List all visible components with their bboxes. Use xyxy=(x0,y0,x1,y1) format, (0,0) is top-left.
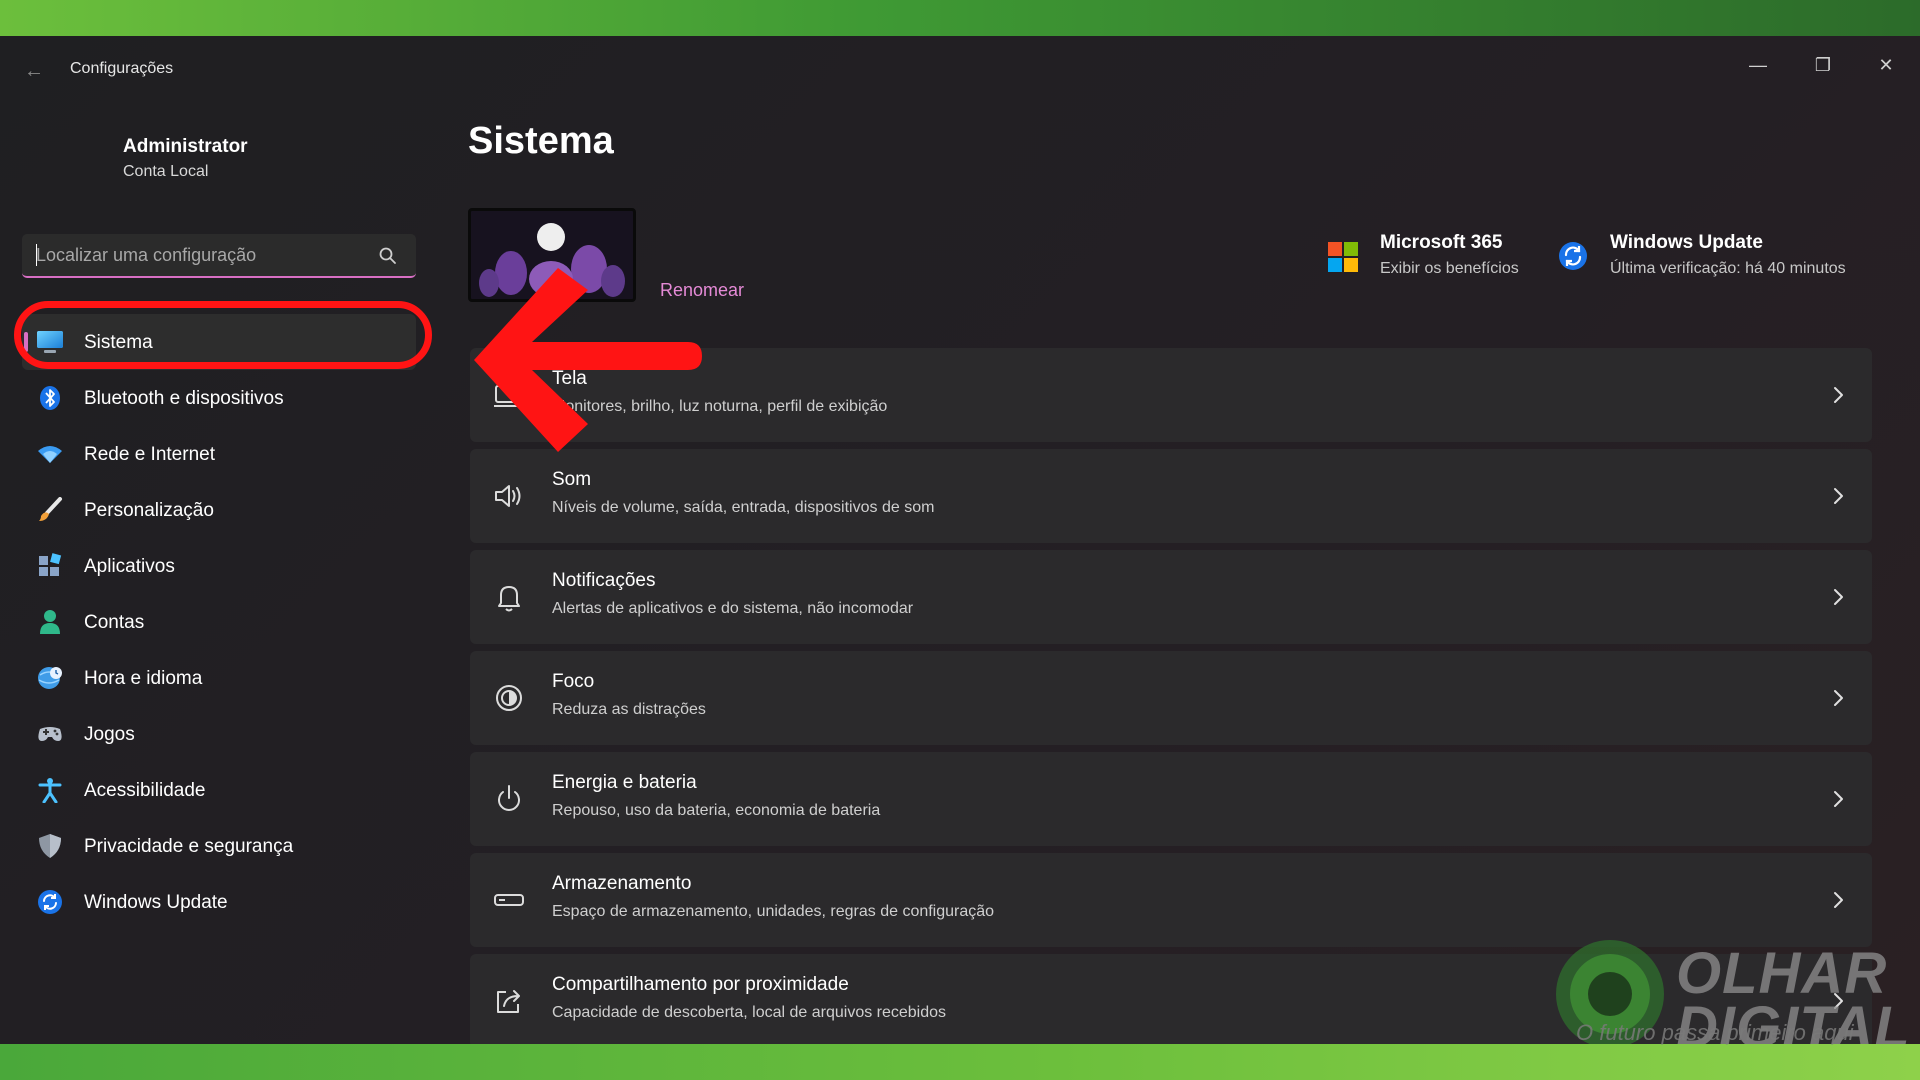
sidebar-item-label: Jogos xyxy=(84,724,135,745)
settings-window: ← Configurações — ❐ ✕ Administrator Cont… xyxy=(0,36,1920,1044)
search-icon[interactable] xyxy=(378,246,398,266)
sidebar-item-label: Bluetooth e dispositivos xyxy=(84,388,284,409)
sidebar-item-label: Acessibilidade xyxy=(84,780,206,801)
settings-card-som[interactable]: Som Níveis de volume, saída, entrada, di… xyxy=(470,449,1872,543)
card-subtitle: Reduza as distrações xyxy=(552,701,706,718)
accessibility-icon xyxy=(38,778,62,803)
page-title: Sistema xyxy=(468,120,614,162)
chevron-right-icon xyxy=(1834,892,1843,908)
bell-icon xyxy=(498,586,520,612)
brush-icon xyxy=(39,497,62,521)
account-type: Conta Local xyxy=(123,163,209,180)
watermark-tagline: O futuro passa primeiro aqui xyxy=(1576,1020,1854,1045)
sidebar-item-aplicativos[interactable]: Aplicativos xyxy=(22,538,416,594)
promo-windows-update[interactable]: Windows Update Última verificação: há 40… xyxy=(1610,232,1846,278)
promo-microsoft-365[interactable]: Microsoft 365 Exibir os benefícios xyxy=(1380,232,1519,278)
wifi-icon xyxy=(38,446,62,463)
card-subtitle: Capacidade de descoberta, local de arqui… xyxy=(552,1004,947,1021)
annotation-highlight-ring xyxy=(14,301,432,369)
maximize-button[interactable]: ❐ xyxy=(1800,48,1846,82)
annotation-arrow xyxy=(474,268,702,452)
minimize-button[interactable]: — xyxy=(1735,48,1781,82)
promo-subtitle: Exibir os benefícios xyxy=(1380,260,1519,277)
text-caret xyxy=(36,244,37,266)
back-button[interactable]: ← xyxy=(20,58,48,84)
sidebar-item-label: Hora e idioma xyxy=(84,668,203,689)
sidebar-item-label: Privacidade e segurança xyxy=(84,836,294,857)
promo-subtitle: Última verificação: há 40 minutos xyxy=(1610,260,1846,277)
sidebar-item-label: Contas xyxy=(84,612,145,633)
video-frame-top-band xyxy=(0,0,1920,36)
focus-icon xyxy=(496,685,522,711)
chevron-right-icon xyxy=(1834,387,1843,403)
storage-icon xyxy=(494,894,524,906)
sidebar-item-rede[interactable]: Rede e Internet xyxy=(22,426,416,482)
sidebar-item-label: Rede e Internet xyxy=(84,444,215,465)
sidebar-item-privacidade[interactable]: Privacidade e segurança xyxy=(22,818,416,874)
sidebar-item-personalizacao[interactable]: Personalização xyxy=(22,482,416,538)
promo-title: Microsoft 365 xyxy=(1380,232,1503,253)
app-title: Configurações xyxy=(70,60,174,77)
share-icon xyxy=(497,990,520,1013)
sidebar-item-label: Windows Update xyxy=(84,892,228,913)
chevron-right-icon xyxy=(1834,488,1843,504)
apps-icon xyxy=(39,553,62,576)
search-box[interactable] xyxy=(22,234,416,278)
settings-card-foco[interactable]: Foco Reduza as distrações xyxy=(470,651,1872,745)
settings-card-energia[interactable]: Energia e bateria Repouso, uso da bateri… xyxy=(470,752,1872,846)
windows-update-icon xyxy=(1559,242,1587,270)
bluetooth-icon xyxy=(40,386,60,410)
power-icon xyxy=(498,785,520,811)
sidebar-item-label: Aplicativos xyxy=(84,556,175,577)
close-button[interactable]: ✕ xyxy=(1863,48,1909,82)
settings-card-notificacoes[interactable]: Notificações Alertas de aplicativos e do… xyxy=(470,550,1872,644)
card-title: Som xyxy=(552,469,592,490)
sidebar-item-bluetooth[interactable]: Bluetooth e dispositivos xyxy=(22,370,416,426)
video-frame-bottom-band xyxy=(0,1044,1920,1080)
card-subtitle: Alertas de aplicativos e do sistema, não… xyxy=(552,600,914,617)
card-title: Compartilhamento por proximidade xyxy=(552,974,849,995)
card-title: Notificações xyxy=(552,570,656,591)
sidebar-nav: Sistema Bluetooth e dispositivos Rede e … xyxy=(22,314,422,930)
card-subtitle: Níveis de volume, saída, entrada, dispos… xyxy=(552,499,935,516)
title-bar: ← Configurações — ❐ ✕ xyxy=(0,36,1920,106)
globe-clock-icon xyxy=(38,667,62,689)
sidebar-item-label: Personalização xyxy=(84,500,214,521)
search-input[interactable] xyxy=(36,240,366,270)
sidebar-item-jogos[interactable]: Jogos xyxy=(22,706,416,762)
card-title: Energia e bateria xyxy=(552,772,697,793)
speaker-icon xyxy=(495,485,521,507)
windows-update-icon xyxy=(38,890,62,914)
person-icon xyxy=(40,610,60,634)
shield-icon xyxy=(39,834,61,858)
sidebar-item-acessibilidade[interactable]: Acessibilidade xyxy=(22,762,416,818)
microsoft-logo-icon xyxy=(1328,242,1358,272)
sidebar-item-windows-update[interactable]: Windows Update xyxy=(22,874,416,930)
gamepad-icon xyxy=(38,727,62,741)
card-title: Foco xyxy=(552,671,595,692)
account-name: Administrator xyxy=(123,136,248,157)
card-title: Armazenamento xyxy=(552,873,692,894)
card-subtitle: Repouso, uso da bateria, economia de bat… xyxy=(552,802,881,819)
sidebar-item-contas[interactable]: Contas xyxy=(22,594,416,650)
card-subtitle: Espaço de armazenamento, unidades, regra… xyxy=(552,903,995,920)
promo-title: Windows Update xyxy=(1610,232,1763,253)
sidebar-item-hora[interactable]: Hora e idioma xyxy=(22,650,416,706)
chevron-right-icon xyxy=(1834,791,1843,807)
chevron-right-icon xyxy=(1834,690,1843,706)
chevron-right-icon xyxy=(1834,589,1843,605)
